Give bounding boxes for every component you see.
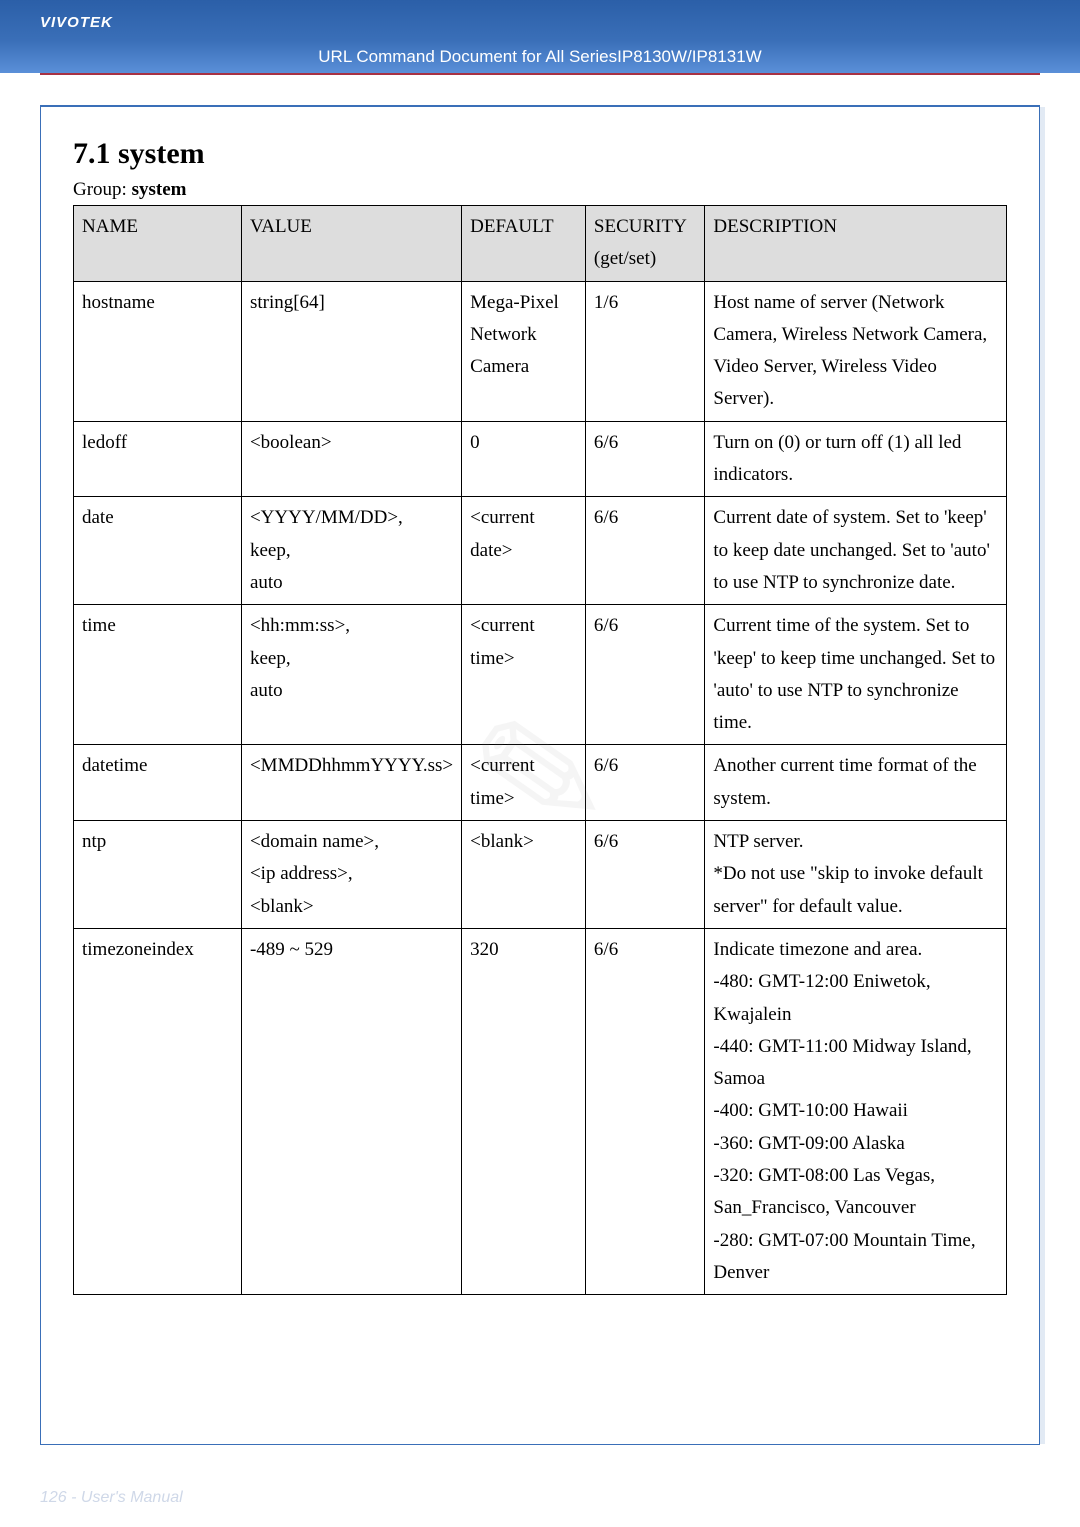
group-line: Group: system (73, 179, 1007, 201)
cell-default: 320 (462, 928, 586, 1294)
cell-security: 6/6 (585, 928, 704, 1294)
col-description: DESCRIPTION (705, 206, 1007, 282)
table-row: date<YYYY/MM/DD>, keep, auto<current dat… (74, 497, 1007, 605)
cell-value: <MMDDhhmmYYYY.ss> (241, 745, 461, 821)
table-row: timezoneindex-489 ~ 5293206/6Indicate ti… (74, 928, 1007, 1294)
cell-desc: Current date of system. Set to 'keep' to… (705, 497, 1007, 605)
cell-security: 6/6 (585, 605, 704, 745)
cell-value: <YYYY/MM/DD>, keep, auto (241, 497, 461, 605)
cell-default: Mega-Pixel Network Camera (462, 281, 586, 421)
cell-desc: Indicate timezone and area. -480: GMT-12… (705, 928, 1007, 1294)
cell-security: 6/6 (585, 421, 704, 497)
cell-security: 6/6 (585, 821, 704, 929)
cell-security: 1/6 (585, 281, 704, 421)
col-value: VALUE (241, 206, 461, 282)
page-frame: ✎ 7.1 system Group: system NAME VALUE DE… (40, 105, 1040, 1445)
cell-default: <current date> (462, 497, 586, 605)
cell-value: -489 ~ 529 (241, 928, 461, 1294)
cell-desc: NTP server. *Do not use "skip to invoke … (705, 821, 1007, 929)
table-row: time<hh:mm:ss>, keep, auto<current time>… (74, 605, 1007, 745)
cell-default: <current time> (462, 605, 586, 745)
cell-value: <domain name>, <ip address>, <blank> (241, 821, 461, 929)
group-label: Group: (73, 179, 132, 200)
brand-bar: VIVOTEK (0, 0, 1080, 41)
cell-desc: Current time of the system. Set to 'keep… (705, 605, 1007, 745)
cell-value: <boolean> (241, 421, 461, 497)
cell-desc: Another current time format of the syste… (705, 745, 1007, 821)
col-default: DEFAULT (462, 206, 586, 282)
cell-desc: Turn on (0) or turn off (1) all led indi… (705, 421, 1007, 497)
cell-default: <current time> (462, 745, 586, 821)
cell-name: timezoneindex (74, 928, 242, 1294)
header-rule (40, 73, 1040, 75)
col-name: NAME (74, 206, 242, 282)
table-row: hostnamestring[64]Mega-Pixel Network Cam… (74, 281, 1007, 421)
cell-name: datetime (74, 745, 242, 821)
group-value: system (132, 179, 187, 200)
cell-value: <hh:mm:ss>, keep, auto (241, 605, 461, 745)
table-header-row: NAME VALUE DEFAULT SECURITY(get/set) DES… (74, 206, 1007, 282)
cell-default: <blank> (462, 821, 586, 929)
section-heading: 7.1 system (73, 137, 1007, 171)
cell-name: date (74, 497, 242, 605)
page-footer: 126 - User's Manual (40, 1489, 183, 1507)
cell-security: 6/6 (585, 497, 704, 605)
cell-name: time (74, 605, 242, 745)
table-row: ntp<domain name>, <ip address>, <blank><… (74, 821, 1007, 929)
cell-value: string[64] (241, 281, 461, 421)
doc-title: URL Command Document for All SeriesIP813… (0, 41, 1080, 73)
table-row: ledoff<boolean>06/6Turn on (0) or turn o… (74, 421, 1007, 497)
col-security: SECURITY(get/set) (585, 206, 704, 282)
cell-name: hostname (74, 281, 242, 421)
system-table: NAME VALUE DEFAULT SECURITY(get/set) DES… (73, 205, 1007, 1295)
cell-name: ledoff (74, 421, 242, 497)
cell-desc: Host name of server (Network Camera, Wir… (705, 281, 1007, 421)
table-row: datetime<MMDDhhmmYYYY.ss><current time>6… (74, 745, 1007, 821)
cell-name: ntp (74, 821, 242, 929)
cell-security: 6/6 (585, 745, 704, 821)
cell-default: 0 (462, 421, 586, 497)
